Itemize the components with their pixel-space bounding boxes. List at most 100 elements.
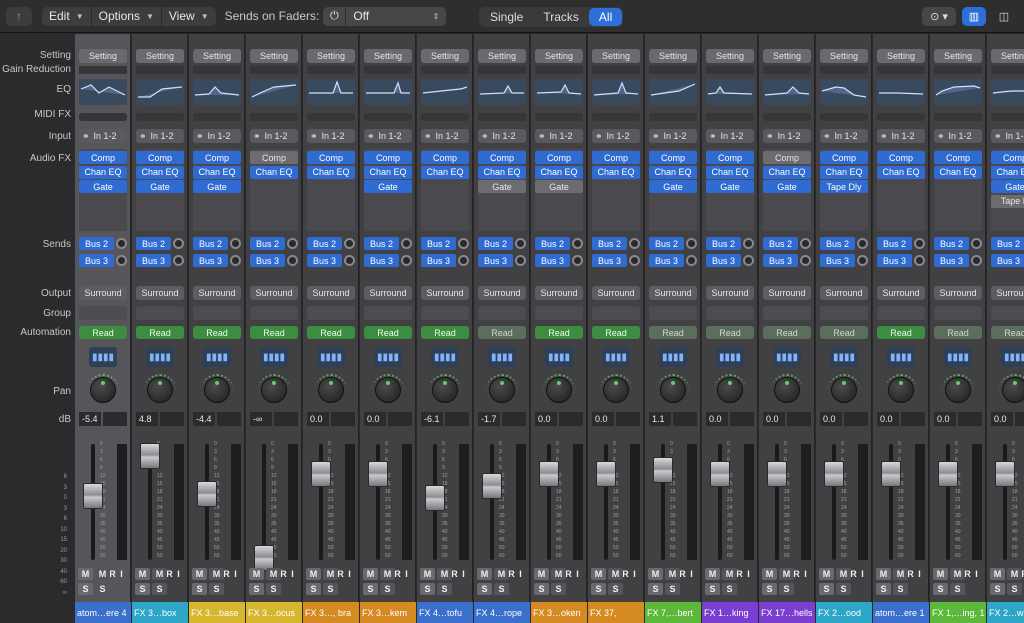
send-slot[interactable]: Bus 2	[934, 237, 969, 250]
send-level-knob[interactable]	[344, 255, 355, 266]
waveform-icon[interactable]: ▮▮▮▮	[260, 347, 288, 367]
send-level-knob[interactable]	[458, 255, 469, 266]
group-slot[interactable]	[136, 306, 184, 320]
solo-button[interactable]: S	[876, 583, 891, 595]
solo-button-2[interactable]: S	[722, 583, 737, 595]
midi-fx-slot[interactable]	[250, 113, 298, 121]
track-name[interactable]: FX 3…box	[132, 602, 188, 623]
waveform-icon[interactable]: ▮▮▮▮	[317, 347, 345, 367]
mode-all[interactable]: All	[588, 8, 623, 26]
record-enable-button[interactable]: R	[394, 569, 401, 579]
audio-fx-plugin[interactable]: Chan EQ	[193, 165, 241, 179]
pan-knob[interactable]	[204, 377, 230, 403]
send-slot[interactable]: Bus 3	[649, 254, 684, 267]
track-name[interactable]: FX 3…kem	[360, 602, 416, 623]
send-level-knob[interactable]	[173, 255, 184, 266]
input-monitor-button[interactable]: I	[576, 569, 579, 579]
midi-fx-slot[interactable]	[421, 113, 469, 121]
pan-knob[interactable]	[831, 377, 857, 403]
input-monitor-button[interactable]: I	[177, 569, 180, 579]
mute-button-2[interactable]: M	[1007, 568, 1022, 580]
output-slot[interactable]: Surround	[421, 286, 469, 300]
send-level-knob[interactable]	[914, 238, 925, 249]
setting-button[interactable]: Setting	[307, 49, 355, 63]
output-slot[interactable]: Surround	[307, 286, 355, 300]
waveform-icon[interactable]: ▮▮▮▮	[374, 347, 402, 367]
pan-knob[interactable]	[660, 377, 686, 403]
options-menu[interactable]: Options ▼	[91, 6, 162, 26]
send-level-knob[interactable]	[686, 238, 697, 249]
record-enable-button[interactable]: R	[223, 569, 230, 579]
channel-strip[interactable]: Setting ⚭ In 1-2 Comp Chan EQ Gate Bus 2 Bus 3 S…	[360, 34, 416, 623]
audio-fx-plugin[interactable]: Comp	[763, 151, 811, 164]
output-slot[interactable]: Surround	[136, 286, 184, 300]
audio-fx-plugin[interactable]: Comp	[706, 151, 754, 164]
midi-fx-slot[interactable]	[820, 113, 868, 121]
sends-on-faders-select[interactable]: Off ⇕	[346, 6, 447, 26]
channel-strip[interactable]: Setting ⚭ In 1-2 Comp Chan EQ Bus 2 Bus 3 Surro…	[588, 34, 644, 623]
send-slot[interactable]: Bus 3	[421, 254, 456, 267]
send-level-knob[interactable]	[401, 238, 412, 249]
audio-fx-plugin[interactable]: Chan EQ	[307, 165, 355, 179]
mixer-view-button[interactable]: ▥	[962, 7, 986, 26]
pan-knob[interactable]	[318, 377, 344, 403]
input-monitor-button[interactable]: I	[747, 569, 750, 579]
pan-knob[interactable]	[1002, 377, 1024, 403]
output-slot[interactable]: Surround	[706, 286, 754, 300]
waveform-icon[interactable]: ▮▮▮▮	[944, 347, 972, 367]
setting-button[interactable]: Setting	[364, 49, 412, 63]
pan-knob[interactable]	[945, 377, 971, 403]
audio-fx-plugin[interactable]: Chan EQ	[820, 165, 868, 179]
automation-mode-button[interactable]: Read	[877, 326, 925, 339]
group-slot[interactable]	[991, 306, 1024, 320]
audio-fx-plugin[interactable]: Gate	[193, 180, 241, 193]
volume-fader[interactable]	[425, 484, 445, 511]
audio-fx-plugin[interactable]: Comp	[364, 151, 412, 164]
midi-fx-slot[interactable]	[364, 113, 412, 121]
pan-knob[interactable]	[717, 377, 743, 403]
automation-mode-button[interactable]: Read	[307, 326, 355, 339]
input-slot[interactable]: ⚭In 1-2	[79, 129, 127, 143]
volume-fader[interactable]	[197, 481, 217, 507]
send-level-knob[interactable]	[800, 238, 811, 249]
input-slot[interactable]: ⚭In 1-2	[877, 129, 925, 143]
volume-fader[interactable]	[83, 483, 103, 510]
eq-thumbnail[interactable]	[706, 79, 754, 105]
eq-thumbnail[interactable]	[763, 79, 811, 105]
audio-fx-plugin[interactable]: Chan EQ	[706, 165, 754, 179]
pan-knob[interactable]	[375, 377, 401, 403]
eq-thumbnail[interactable]	[193, 79, 241, 105]
track-name[interactable]: FX 2…ood	[816, 602, 872, 623]
audio-fx-plugin[interactable]: Comp	[250, 151, 298, 164]
mute-button-2[interactable]: M	[266, 568, 281, 580]
send-slot[interactable]: Bus 2	[478, 237, 513, 250]
audio-fx-plugin[interactable]: Gate	[364, 180, 412, 193]
automation-mode-button[interactable]: Read	[250, 326, 298, 339]
setting-button[interactable]: Setting	[934, 49, 982, 63]
volume-fader[interactable]	[881, 461, 901, 488]
eq-thumbnail[interactable]	[535, 79, 583, 105]
automation-mode-button[interactable]: Read	[763, 326, 811, 339]
output-slot[interactable]: Surround	[763, 286, 811, 300]
eq-thumbnail[interactable]	[592, 79, 640, 105]
send-level-knob[interactable]	[686, 255, 697, 266]
solo-button[interactable]: S	[990, 583, 1005, 595]
record-enable-button[interactable]: R	[280, 569, 287, 579]
input-monitor-button[interactable]: I	[405, 569, 408, 579]
automation-mode-button[interactable]: Read	[535, 326, 583, 339]
mute-button[interactable]: M	[363, 568, 378, 580]
audio-fx-plugin[interactable]: Comp	[535, 151, 583, 164]
input-slot[interactable]: ⚭In 1-2	[193, 129, 241, 143]
setting-button[interactable]: Setting	[820, 49, 868, 63]
group-slot[interactable]	[592, 306, 640, 320]
record-enable-button[interactable]: R	[679, 569, 686, 579]
solo-button[interactable]: S	[762, 583, 777, 595]
record-enable-button[interactable]: R	[907, 569, 914, 579]
audio-fx-plugin[interactable]: Chan EQ	[934, 165, 982, 179]
send-slot[interactable]: Bus 3	[250, 254, 285, 267]
solo-button-2[interactable]: S	[893, 583, 908, 595]
send-level-knob[interactable]	[743, 238, 754, 249]
channel-strip[interactable]: Setting ⚭ In 1-2 Comp Chan EQ Gate Bus 2 Bus 3 S…	[474, 34, 530, 623]
send-slot[interactable]: Bus 3	[820, 254, 855, 267]
pan-knob[interactable]	[603, 377, 629, 403]
